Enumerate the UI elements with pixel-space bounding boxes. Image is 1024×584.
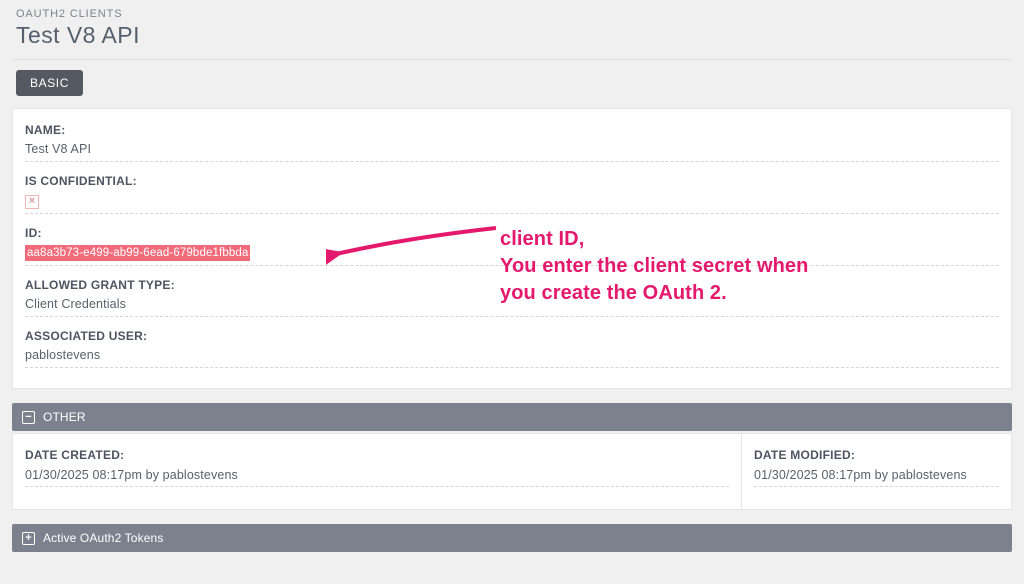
tab-row: BASIC bbox=[12, 60, 1012, 108]
value-id[interactable]: aa8a3b73-e499-ab99-6ead-679bde1fbbda bbox=[25, 245, 250, 262]
field-confidential: IS CONFIDENTIAL: × bbox=[25, 174, 999, 214]
section-other-label: OTHER bbox=[43, 410, 86, 424]
value-id-row: aa8a3b73-e499-ab99-6ead-679bde1fbbda bbox=[25, 245, 999, 267]
label-id: ID: bbox=[25, 226, 999, 245]
x-icon: × bbox=[25, 195, 39, 209]
breadcrumb[interactable]: OAUTH2 CLIENTS bbox=[12, 0, 1012, 22]
label-name: NAME: bbox=[25, 123, 999, 142]
label-date-modified: DATE MODIFIED: bbox=[754, 448, 999, 468]
expand-icon: + bbox=[22, 532, 35, 545]
value-user[interactable]: pablostevens bbox=[25, 348, 999, 368]
value-grant: Client Credentials bbox=[25, 297, 999, 317]
section-tokens[interactable]: + Active OAuth2 Tokens bbox=[12, 524, 1012, 552]
field-user: ASSOCIATED USER: pablostevens bbox=[25, 329, 999, 368]
label-date-created: DATE CREATED: bbox=[25, 448, 729, 468]
value-date-modified: 01/30/2025 08:17pm by pablostevens bbox=[754, 468, 999, 487]
page-title: Test V8 API bbox=[12, 22, 1012, 59]
field-id: ID: aa8a3b73-e499-ab99-6ead-679bde1fbbda bbox=[25, 226, 999, 267]
value-name: Test V8 API bbox=[25, 142, 999, 162]
label-user: ASSOCIATED USER: bbox=[25, 329, 999, 348]
label-confidential: IS CONFIDENTIAL: bbox=[25, 174, 999, 193]
tab-basic[interactable]: BASIC bbox=[16, 70, 83, 96]
value-confidential: × bbox=[25, 193, 999, 214]
section-other[interactable]: − OTHER bbox=[12, 403, 1012, 431]
basic-panel: NAME: Test V8 API IS CONFIDENTIAL: × ID:… bbox=[12, 108, 1012, 389]
collapse-icon: − bbox=[22, 411, 35, 424]
section-tokens-label: Active OAuth2 Tokens bbox=[43, 531, 163, 545]
field-name: NAME: Test V8 API bbox=[25, 123, 999, 162]
meta-panel: DATE CREATED: 01/30/2025 08:17pm by pabl… bbox=[12, 433, 1012, 510]
label-grant: ALLOWED GRANT TYPE: bbox=[25, 278, 999, 297]
value-date-created: 01/30/2025 08:17pm by pablostevens bbox=[25, 468, 729, 487]
field-grant: ALLOWED GRANT TYPE: Client Credentials bbox=[25, 278, 999, 317]
